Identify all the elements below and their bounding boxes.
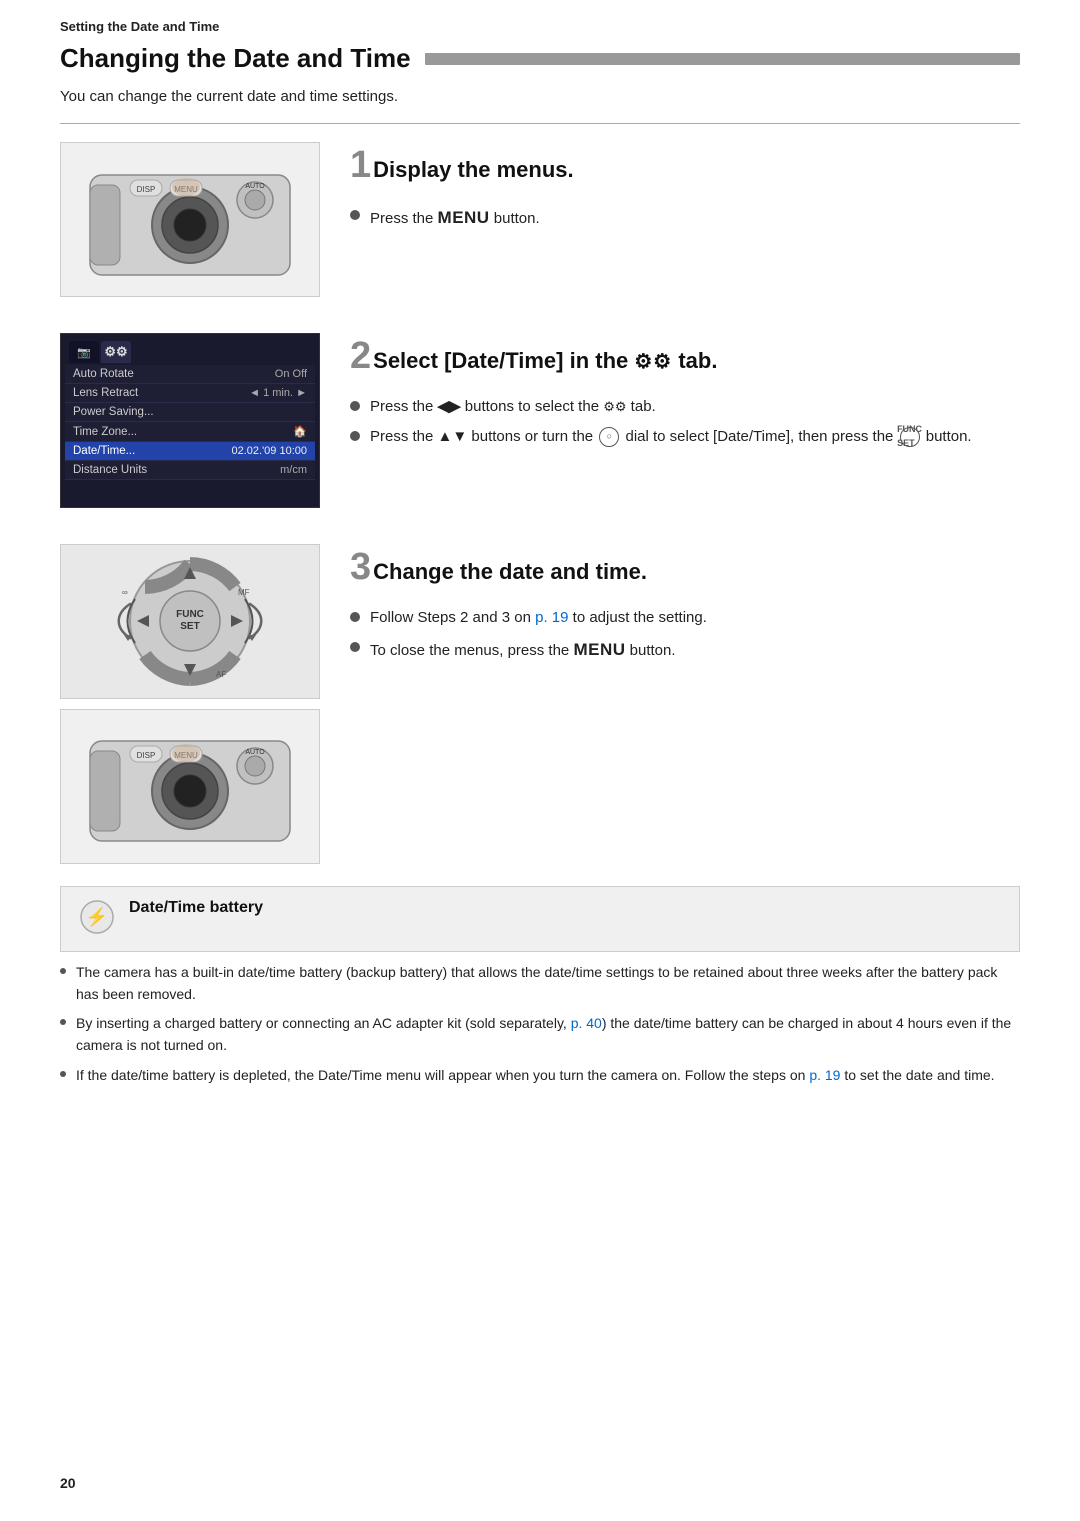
- step-2-bullet-2: Press the ▲▼ buttons or turn the ○ dial …: [350, 426, 1020, 449]
- page-header: Setting the Date and Time: [0, 0, 1080, 43]
- bullet-dot: [350, 210, 360, 220]
- menu-item-lensretract: Lens Retract ◄ 1 min. ►: [65, 384, 315, 403]
- svg-text:DISP: DISP: [137, 185, 156, 194]
- step-3-bullets: Follow Steps 2 and 3 on p. 19 to adjust …: [350, 607, 1020, 662]
- title-rule: [425, 53, 1020, 65]
- step-3-bullet-2: To close the menus, press the MENU butto…: [350, 637, 1020, 663]
- page-number: 20: [60, 1475, 76, 1491]
- step-1-bullets: Press the MENU button.: [350, 205, 1020, 231]
- step-3-heading-wrap: 3 Change the date and time.: [350, 550, 1020, 595]
- menu-tabs: 📷 ⚙⚙: [65, 338, 315, 363]
- step-1-heading-wrap: 1 Display the menus.: [350, 148, 1020, 193]
- content-area: DISP MENU AUTO 1: [0, 124, 1080, 952]
- bullet-dot: [350, 612, 360, 622]
- link-p19[interactable]: p. 19: [535, 609, 568, 626]
- step-1-row: DISP MENU AUTO 1: [60, 124, 1020, 297]
- menu-tab-camera: 📷: [69, 341, 99, 363]
- note-bullet-dot-3: [60, 1071, 66, 1077]
- note-bullet-3: If the date/time battery is depleted, th…: [60, 1065, 1020, 1087]
- step-2-heading-wrap: 2 Select [Date/Time] in the ⚙⚙ tab.: [350, 339, 1020, 384]
- step-1-camera-image: DISP MENU AUTO: [60, 142, 320, 297]
- note-bullet-dot-1: [60, 968, 66, 974]
- settings-icon: ⚙⚙: [634, 351, 672, 373]
- step-2-bullet-1: Press the ◀▶ buttons to select the ⚙⚙ ta…: [350, 396, 1020, 419]
- step-3-bullet-1: Follow Steps 2 and 3 on p. 19 to adjust …: [350, 607, 1020, 630]
- bullet-dot: [350, 401, 360, 411]
- svg-text:AUTO: AUTO: [245, 183, 265, 190]
- svg-text:DISP: DISP: [137, 751, 156, 760]
- step-2-number: 2: [350, 337, 371, 375]
- svg-text:AF: AF: [216, 670, 226, 679]
- step-2-row: 📷 ⚙⚙ Auto Rotate On Off Lens Retr: [60, 315, 1020, 508]
- note-bullet-dot-2: [60, 1019, 66, 1025]
- step-2-images: 📷 ⚙⚙ Auto Rotate On Off Lens Retr: [60, 333, 320, 508]
- svg-text:AUTO: AUTO: [245, 749, 265, 756]
- step-1-number: 1: [350, 146, 371, 184]
- step-3-camera-image: DISP MENU AUTO: [60, 709, 320, 864]
- step-3-images: FUNC SET MF ∞ AF: [60, 544, 320, 864]
- step-3-number: 3: [350, 548, 371, 586]
- menu-tab-settings: ⚙⚙: [101, 341, 131, 363]
- menu-item-autorotate: Auto Rotate On Off: [65, 365, 315, 384]
- camera-top-svg: DISP MENU AUTO: [70, 145, 310, 295]
- step-1-images: DISP MENU AUTO: [60, 142, 320, 297]
- step-2-bullets: Press the ◀▶ buttons to select the ⚙⚙ ta…: [350, 396, 1020, 448]
- step-2-text: 2 Select [Date/Time] in the ⚙⚙ tab. Pres…: [350, 333, 1020, 455]
- menu-items-list: Auto Rotate On Off Lens Retract ◄ 1 min.…: [65, 365, 315, 480]
- svg-text:SET: SET: [180, 621, 199, 632]
- svg-text:⚡: ⚡: [86, 906, 108, 928]
- menu-label-2: MENU: [573, 640, 625, 659]
- note-bullets: The camera has a built-in date/time batt…: [60, 962, 1020, 1086]
- menu-screen: 📷 ⚙⚙ Auto Rotate On Off Lens Retr: [61, 334, 319, 507]
- step-1-text: 1 Display the menus. Press the MENU butt…: [350, 142, 1020, 238]
- step-3-row: FUNC SET MF ∞ AF: [60, 526, 1020, 864]
- step-3-text: 3 Change the date and time. Follow Steps…: [350, 544, 1020, 669]
- dial-svg: FUNC SET MF ∞ AF: [80, 549, 300, 694]
- camera-top-svg-2: DISP MENU AUTO: [70, 713, 310, 861]
- menu-label: MENU: [438, 208, 490, 227]
- func-icon: FUNCSET: [900, 427, 920, 447]
- dial-icon: ○: [599, 427, 619, 447]
- svg-text:MF: MF: [238, 588, 250, 597]
- link-p19-2[interactable]: p. 19: [809, 1067, 840, 1083]
- section-title-bar: Changing the Date and Time: [60, 43, 1020, 74]
- svg-text:FUNC: FUNC: [176, 609, 204, 620]
- svg-text:∞: ∞: [122, 588, 128, 597]
- link-p40[interactable]: p. 40: [571, 1015, 602, 1031]
- menu-item-datetime: Date/Time... 02.02.'09 10:00: [65, 442, 315, 461]
- step-1-bullet-1: Press the MENU button.: [350, 205, 1020, 231]
- note-box: ⚡ Date/Time battery: [60, 886, 1020, 952]
- bullet-dot: [350, 642, 360, 652]
- note-title: Date/Time battery: [129, 899, 263, 916]
- step-3-dial-image: FUNC SET MF ∞ AF: [60, 544, 320, 699]
- step-1-heading: Display the menus.: [373, 157, 574, 183]
- step-2-heading: Select [Date/Time] in the ⚙⚙ tab.: [373, 348, 717, 374]
- note-bullet-2: By inserting a charged battery or connec…: [60, 1013, 1020, 1056]
- wrench-icon: ⚙⚙: [104, 344, 127, 360]
- note-bullet-1: The camera has a built-in date/time batt…: [60, 962, 1020, 1005]
- wrench-tab-icon: ⚙⚙: [603, 399, 626, 414]
- intro-text: You can change the current date and time…: [60, 88, 1020, 105]
- menu-item-powersaving: Power Saving...: [65, 403, 315, 422]
- step-3-heading: Change the date and time.: [373, 559, 647, 585]
- page-title: Changing the Date and Time: [60, 43, 411, 74]
- step-2-screen-image: 📷 ⚙⚙ Auto Rotate On Off Lens Retr: [60, 333, 320, 508]
- menu-item-distanceunits: Distance Units m/cm: [65, 461, 315, 480]
- bullet-dot: [350, 431, 360, 441]
- header-text: Setting the Date and Time: [60, 19, 219, 34]
- note-icon: ⚡: [79, 899, 115, 939]
- menu-item-timezone: Time Zone... 🏠: [65, 422, 315, 442]
